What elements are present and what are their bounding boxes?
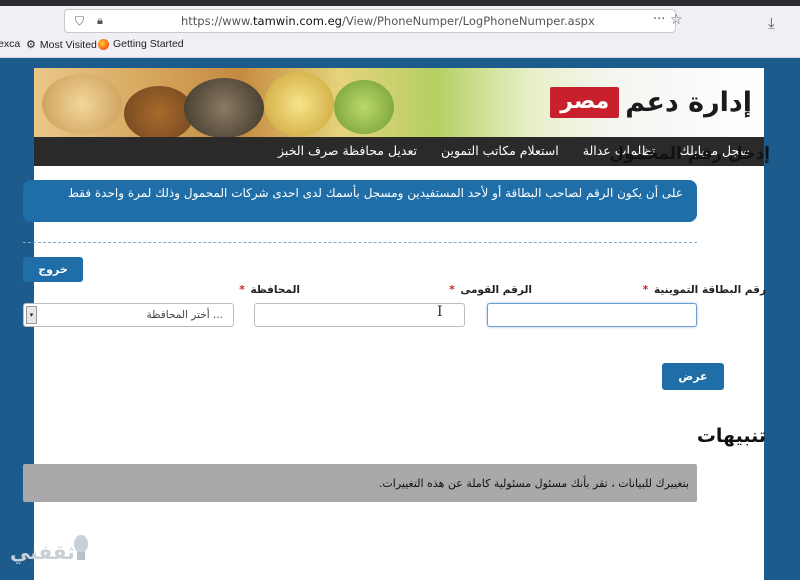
bookmark-item[interactable]: exca xyxy=(0,38,20,50)
nav-item-bread-governorate[interactable]: تعديل محافظة صرف الخبز xyxy=(278,143,417,158)
logo-text: إدارة دعم xyxy=(625,86,752,118)
lock-icon[interactable]: 🔒︎ xyxy=(97,14,103,28)
text-cursor-icon: I xyxy=(437,304,443,320)
card-number-input[interactable] xyxy=(487,303,697,327)
required-mark: * xyxy=(449,284,455,296)
national-id-label: الرقم القومى * xyxy=(449,284,532,296)
banner-grain-image xyxy=(42,74,122,134)
lightbulb-icon xyxy=(74,535,88,560)
nav-item-offices-inquiry[interactable]: استعلام مكاتب التموين xyxy=(441,143,559,158)
info-notice: على أن يكون الرقم لصاحب البطاقة أو لأحد … xyxy=(23,180,697,222)
header-banner: إدارة دعم مصر xyxy=(34,68,764,137)
banner-oil-image xyxy=(264,72,334,136)
url-text[interactable]: https://www.tamwin.com.eg/View/PhoneNump… xyxy=(181,14,595,28)
governorate-label: المحافظة * xyxy=(239,284,300,296)
banner-plant-image xyxy=(334,80,394,134)
logo-highlight: مصر xyxy=(550,86,620,118)
label-text: رقم البطاقة التموينية xyxy=(653,284,766,296)
banner-bread-image xyxy=(184,78,264,137)
alert-bar: بتغييرك للبيانات ، تقر بأنك مسئول مسئولي… xyxy=(23,464,697,502)
tracking-shield-icon[interactable]: ⛉ xyxy=(75,14,84,29)
show-button[interactable]: عرض xyxy=(662,363,724,390)
notice-text: على أن يكون الرقم لصاحب البطاقة أو لأحد … xyxy=(67,186,683,200)
required-mark: * xyxy=(642,284,649,296)
card-number-label: رقم البطاقة التموينية * xyxy=(643,284,766,296)
browser-chrome: ⛉ 🔒︎ https://www.tamwin.com.eg/View/Phon… xyxy=(0,0,800,58)
bookmark-star-icon[interactable]: ☆ xyxy=(670,12,683,28)
bookmark-label: Getting Started xyxy=(113,38,184,50)
url-host: tamwin.com.eg xyxy=(253,14,342,28)
governorate-select[interactable]: ▾ ... أختر المحافظة xyxy=(23,303,234,327)
url-prefix: https://www. xyxy=(181,14,254,28)
required-mark: * xyxy=(239,284,245,296)
site-logo[interactable]: إدارة دعم مصر xyxy=(550,82,752,122)
exit-button[interactable]: خروج xyxy=(23,257,83,282)
bookmark-getting-started[interactable]: Getting Started xyxy=(98,38,184,50)
page-actions-icon[interactable]: ··· xyxy=(653,12,665,27)
browser-toolbar: ⛉ 🔒︎ https://www.tamwin.com.eg/View/Phon… xyxy=(0,6,800,34)
gear-icon: ⚙ xyxy=(26,39,36,51)
national-id-input[interactable] xyxy=(254,303,465,327)
watermark-text: ثقفني xyxy=(10,540,75,564)
label-text: المحافظة xyxy=(250,284,300,296)
dropdown-arrow-icon[interactable]: ▾ xyxy=(26,306,37,324)
bookmark-most-visited[interactable]: ⚙ Most Visited xyxy=(26,38,97,52)
address-bar[interactable]: ⛉ 🔒︎ https://www.tamwin.com.eg/View/Phon… xyxy=(64,9,683,33)
download-icon[interactable]: ⤓ xyxy=(768,14,775,32)
alerts-heading: تنبيهات xyxy=(696,425,766,447)
url-path: /View/PhoneNumper/LogPhoneNumper.aspx xyxy=(341,14,595,28)
alert-text: بتغييرك للبيانات ، تقر بأنك مسئول مسئولي… xyxy=(378,477,689,490)
divider xyxy=(23,242,697,243)
watermark: ثقفني xyxy=(2,532,102,576)
governorate-selected-value: ... أختر المحافظة xyxy=(146,309,223,321)
label-text: الرقم القومى xyxy=(460,284,532,296)
page-title: إدخل رقم المحمول xyxy=(609,144,770,164)
bookmark-label: exca xyxy=(0,38,21,50)
firefox-icon xyxy=(98,38,109,50)
bookmark-label: Most Visited xyxy=(39,38,97,51)
bookmarks-bar: exca ⚙ Most Visited Getting Started xyxy=(0,36,800,56)
